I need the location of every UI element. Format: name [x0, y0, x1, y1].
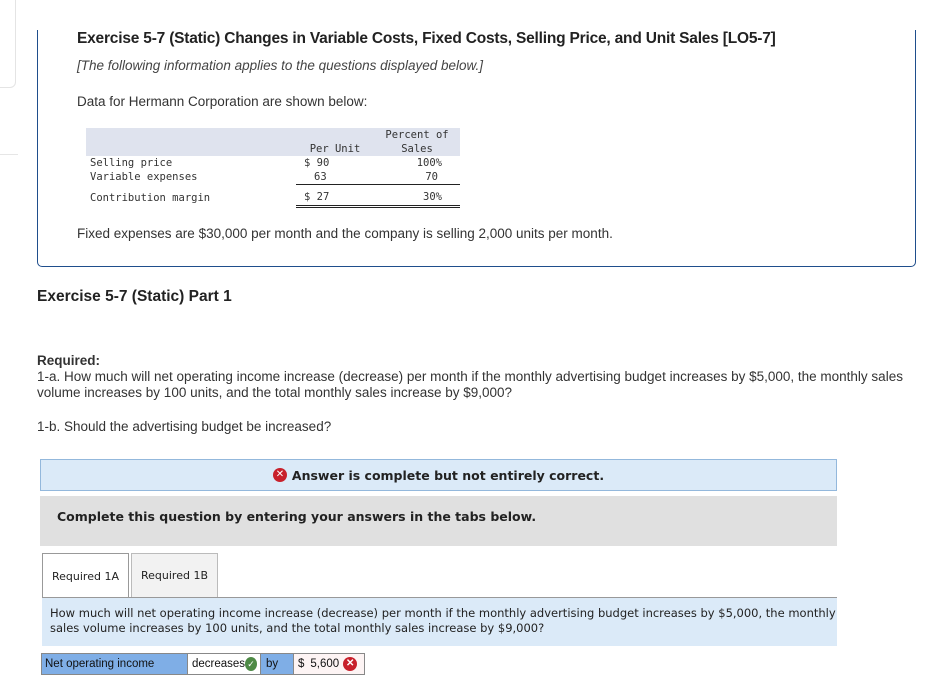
data-intro: Data for Hermann Corporation are shown b… [77, 94, 368, 109]
question-panel-text: How much will net operating income incre… [50, 606, 836, 635]
instructions-bar: Complete this question by entering your … [40, 496, 837, 546]
exercise-note: [The following information applies to th… [77, 58, 483, 73]
x-circle-icon: ✕ [343, 657, 358, 671]
background-card-edge [0, 0, 16, 88]
by-label-text: by [266, 658, 279, 670]
contribution-table: Percent of Per Unit Sales Selling price … [86, 128, 460, 208]
instructions-text: Complete this question by entering your … [57, 509, 537, 524]
by-label: by [261, 654, 294, 674]
tab-required-1a[interactable]: Required 1A [42, 553, 129, 598]
header-per-unit: Per Unit [296, 142, 374, 156]
amount-value: 5,600 [310, 658, 340, 670]
header-percent-line1: Percent of [374, 128, 460, 142]
answer-row: Net operating income decreases ✓ by $ 5,… [41, 653, 365, 675]
x-circle-icon: ✕ [272, 468, 287, 482]
row-per-unit: 63 [296, 170, 374, 185]
table-row: Variable expenses 63 70 [86, 170, 460, 185]
row-per-unit: $ 90 [304, 157, 330, 169]
row-percent: 30% [374, 184, 460, 208]
answer-label-text: Net operating income [45, 658, 155, 670]
row-label: Variable expenses [90, 171, 198, 184]
row-percent: 100% [416, 157, 442, 169]
tab-required-1b[interactable]: Required 1B [131, 553, 218, 597]
header-percent-line2: Sales [374, 142, 460, 156]
check-circle-icon: ✓ [245, 657, 257, 671]
answer-status-banner: ✕ Answer is complete but not entirely co… [40, 459, 837, 491]
status-text: Answer is complete but not entirely corr… [291, 467, 605, 483]
row-label: Selling price [90, 157, 173, 169]
question-panel: How much will net operating income incre… [42, 598, 837, 646]
question-1b: 1-b. Should the advertising budget be in… [37, 419, 332, 434]
part-title: Exercise 5-7 (Static) Part 1 [37, 288, 232, 305]
required-heading: Required: [37, 353, 101, 368]
direction-value: decreases [192, 658, 246, 670]
answer-label: Net operating income [42, 654, 188, 674]
table-row: Contribution margin $ 27 30% [86, 184, 460, 208]
question-1a: 1-a. How much will net operating income … [37, 369, 903, 400]
table-header-row: Per Unit Sales [86, 142, 460, 156]
tab-label: Required 1B [141, 569, 208, 582]
required-section: Required: 1-a. How much will net operati… [37, 353, 907, 435]
amount-input[interactable]: $ 5,600 ✕ [294, 654, 364, 674]
exercise-title: Exercise 5-7 (Static) Changes in Variabl… [77, 30, 776, 47]
table-row: Selling price $ 90 100% [86, 156, 460, 170]
fixed-expenses-note: Fixed expenses are $30,000 per month and… [77, 226, 613, 241]
direction-select[interactable]: decreases ✓ [188, 654, 261, 674]
row-per-unit: $ 27 [296, 184, 374, 208]
answer-tabs: Required 1A Required 1B [42, 553, 218, 598]
table-header-row: Percent of [86, 128, 460, 142]
tab-label: Required 1A [52, 569, 119, 583]
row-percent: 70 [374, 170, 460, 185]
row-label: Contribution margin [90, 191, 211, 204]
currency-symbol: $ [298, 658, 305, 670]
background-divider [0, 154, 18, 155]
